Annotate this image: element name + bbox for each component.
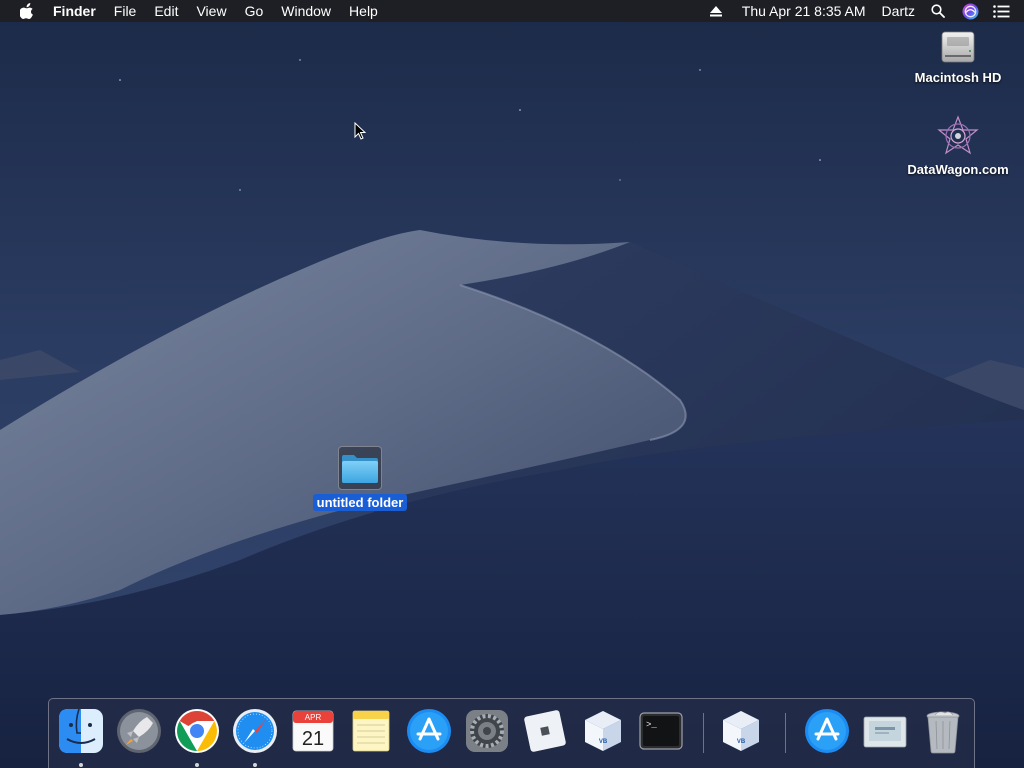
app-store-icon [407,709,451,753]
untitled-folder-label: untitled folder [312,494,408,511]
virtualbox-icon: VB [723,711,759,751]
mouse-cursor-icon [354,122,366,140]
eject-icon[interactable] [708,0,724,22]
dock-item-system-preferences[interactable] [463,707,511,755]
siri-icon[interactable] [961,0,979,22]
app-store-icon [805,709,849,753]
roblox-icon [524,710,566,752]
menu-edit[interactable]: Edit [145,0,187,22]
dock-item-calendar[interactable]: APR 21 [289,707,337,755]
virtualbox-icon: VB [585,711,621,751]
menu-bar: Finder File Edit View Go Window Help Thu… [0,0,1024,22]
datawagon-label: DataWagon.com [907,162,1009,177]
menu-user[interactable]: Dartz [882,0,915,22]
calendar-month: APR [305,713,322,722]
macintosh-hd-label: Macintosh HD [914,70,1002,85]
dock-item-virtualbox[interactable]: VB [579,707,627,755]
dock-item-app-store[interactable] [405,707,453,755]
dock-item-chrome[interactable] [173,707,221,755]
svg-text:VB: VB [599,739,608,745]
wallpaper [0,0,1024,768]
running-indicator [79,763,83,767]
datawagon-logo-icon [937,115,979,155]
desktop[interactable]: Finder File Edit View Go Window Help Thu… [0,0,1024,768]
system-preferences-gear-icon [466,710,508,752]
terminal-prompt: >_ [646,720,657,730]
notes-icon [352,710,390,752]
dock-item-notes[interactable] [347,707,395,755]
safari-compass-icon [233,709,277,753]
finder-icon [59,708,103,753]
dock-item-safari[interactable] [231,707,279,755]
desktop-icon-datawagon[interactable]: DataWagon.com [903,114,1013,177]
notification-center-icon[interactable] [992,0,1010,22]
menu-clock[interactable]: Thu Apr 21 8:35 AM [742,0,866,22]
dock-item-trash[interactable] [919,707,967,755]
menu-file[interactable]: File [105,0,146,22]
dock-item-app-store-download[interactable] [803,707,851,755]
hard-drive-icon [941,31,975,63]
dock-separator [785,713,786,753]
dock-item-roblox[interactable] [521,707,569,755]
folder-icon [342,455,378,483]
dock-item-launchpad[interactable] [115,707,163,755]
dock-item-windows-installer[interactable] [861,707,909,755]
dock-separator [703,713,704,753]
running-indicator [253,763,257,767]
dock-item-terminal[interactable]: >_ [637,707,685,755]
running-indicator [195,763,199,767]
apple-logo-icon[interactable] [19,3,35,19]
launchpad-rocket-icon [117,709,161,753]
calendar-day: 21 [302,728,324,750]
desktop-icon-macintosh-hd[interactable]: Macintosh HD [903,28,1013,85]
calendar-icon: APR 21 [292,710,334,752]
spotlight-search-icon[interactable] [929,0,947,22]
menu-app-finder[interactable]: Finder [51,0,105,22]
svg-text:VB: VB [737,739,746,745]
chrome-icon [175,709,219,753]
windows-installer-icon [863,716,907,748]
menu-window[interactable]: Window [272,0,340,22]
menu-view[interactable]: View [187,0,235,22]
dock-item-virtualbox-vm[interactable]: VB [717,707,765,755]
trash-icon [926,711,960,754]
dock: APR 21 VB >_ VB [48,698,975,768]
desktop-icon-untitled-folder[interactable]: untitled folder [305,446,415,511]
menu-go[interactable]: Go [236,0,273,22]
menu-help[interactable]: Help [340,0,387,22]
terminal-icon: >_ [639,712,683,750]
dock-item-finder[interactable] [57,707,105,755]
